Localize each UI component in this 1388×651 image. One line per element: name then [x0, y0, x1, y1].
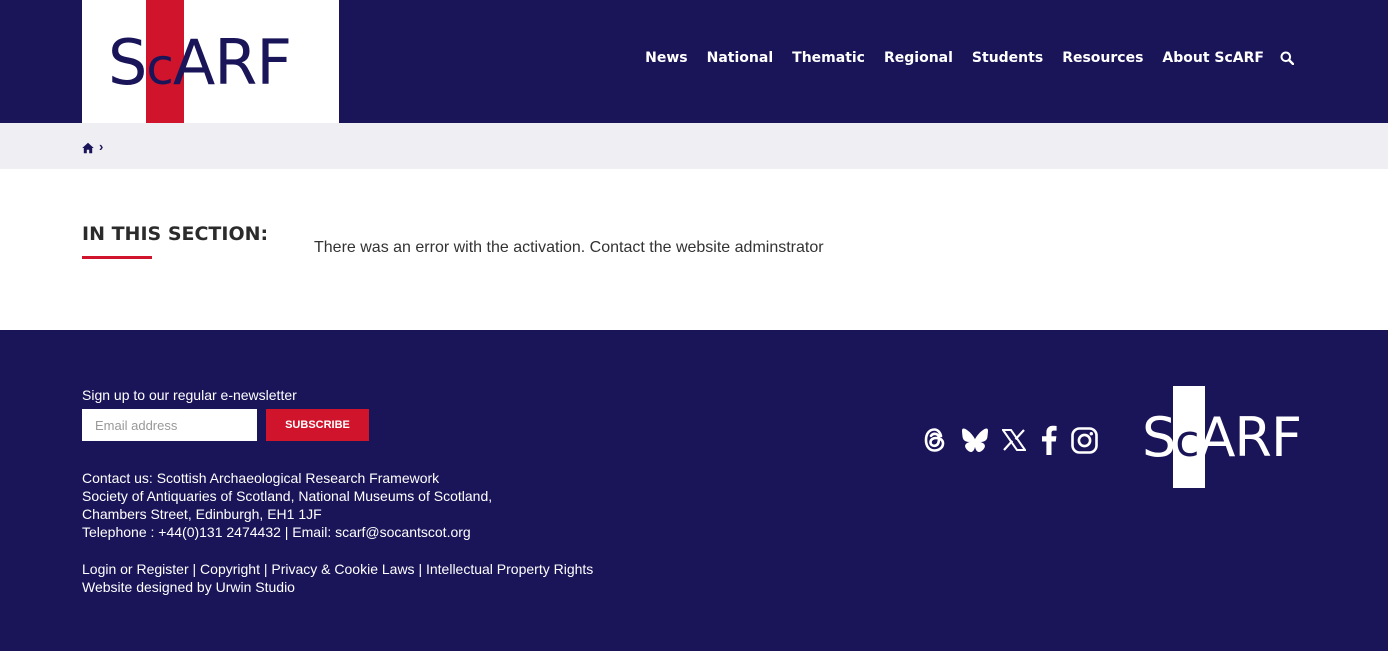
- nav-item-thematic[interactable]: Thematic: [792, 48, 865, 68]
- bluesky-icon[interactable]: [960, 424, 990, 456]
- copyright-link[interactable]: Copyright: [200, 561, 260, 577]
- main-nav: News National Thematic Regional Students…: [626, 48, 1296, 68]
- facebook-icon[interactable]: [1039, 424, 1059, 456]
- footer-logo[interactable]: ScARF: [1142, 386, 1308, 488]
- contact-line-4: Telephone : +44(0)131 2474432 | Email: s…: [82, 524, 471, 540]
- home-icon[interactable]: [82, 141, 94, 154]
- designed-by: Website designed by Urwin Studio: [82, 579, 295, 595]
- subscribe-button[interactable]: SUBSCRIBE: [266, 409, 369, 441]
- site-header: ScARF News National Thematic Regional St…: [0, 0, 1388, 123]
- logo-wordmark: ScARF: [108, 26, 292, 99]
- nav-item-resources[interactable]: Resources: [1062, 48, 1143, 68]
- newsletter-label: Sign up to our regular e-newsletter: [82, 387, 297, 403]
- contact-line-2: Society of Antiquaries of Scotland, Nati…: [82, 488, 493, 504]
- nav-item-news[interactable]: News: [645, 48, 687, 68]
- intellectual-property-link[interactable]: Intellectual Property Rights: [426, 561, 593, 577]
- link-divider: |: [263, 561, 268, 577]
- section-title-underline: [82, 256, 152, 259]
- threads-icon[interactable]: [921, 424, 949, 456]
- link-divider: |: [192, 561, 197, 577]
- email-input[interactable]: [82, 409, 257, 441]
- privacy-cookie-link[interactable]: Privacy & Cookie Laws: [271, 561, 414, 577]
- footer-links: Login or Register | Copyright | Privacy …: [82, 560, 593, 578]
- site-logo[interactable]: ScARF: [82, 0, 339, 123]
- search-icon[interactable]: [1280, 48, 1296, 68]
- contact-line-1: Contact us: Scottish Archaeological Rese…: [82, 470, 440, 486]
- nav-item-about-scarf[interactable]: About ScARF: [1162, 48, 1264, 68]
- breadcrumb: [0, 123, 1388, 169]
- footer-logo-wordmark: ScARF: [1142, 406, 1302, 469]
- section-title: IN THIS SECTION:: [82, 223, 269, 245]
- instagram-icon[interactable]: [1070, 424, 1098, 456]
- nav-item-regional[interactable]: Regional: [884, 48, 953, 68]
- nav-item-students[interactable]: Students: [972, 48, 1043, 68]
- x-icon[interactable]: [1001, 424, 1027, 456]
- nav-item-national[interactable]: National: [707, 48, 774, 68]
- contact-line-3: Chambers Street, Edinburgh, EH1 1JF: [82, 506, 322, 522]
- breadcrumb-separator: ›: [99, 139, 104, 154]
- login-register-link[interactable]: Login or Register: [82, 561, 189, 577]
- error-message: There was an error with the activation. …: [314, 239, 824, 256]
- link-divider: |: [418, 561, 423, 577]
